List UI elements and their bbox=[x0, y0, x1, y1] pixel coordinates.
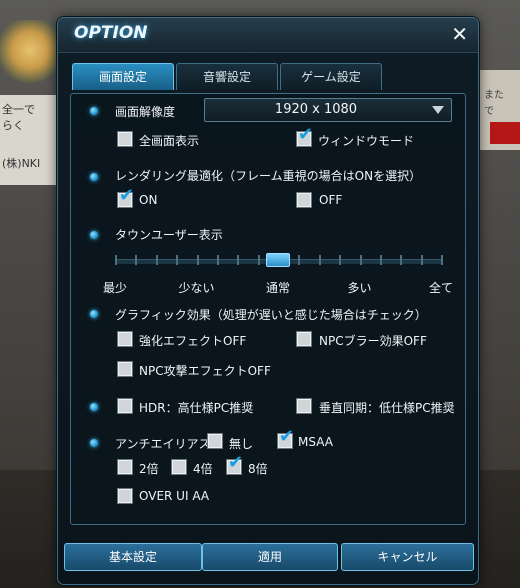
slider-level-label: 多い bbox=[347, 281, 372, 295]
npc-attack-effect-off-label: NPC攻撃エフェクトOFF bbox=[139, 364, 271, 378]
slider-tick bbox=[360, 255, 362, 265]
option-dialog: OPTION ✕ 画面設定 音響設定 ゲーム設定 画面解像度 1920 x 10… bbox=[57, 17, 479, 585]
checkmark-icon: ✔ bbox=[119, 185, 135, 206]
tab-sound-settings[interactable]: 音響設定 bbox=[176, 63, 278, 90]
vsync-checkbox[interactable]: ✔ bbox=[296, 398, 312, 414]
aa-2x-checkbox[interactable]: ✔ bbox=[117, 459, 133, 475]
resolution-select[interactable]: 1920 x 1080 bbox=[204, 98, 452, 122]
slider-tick bbox=[441, 255, 443, 265]
rendering-label: レンダリング最適化（フレーム重視の場合はONを選択） bbox=[115, 169, 422, 183]
bullet-icon bbox=[90, 439, 98, 447]
bullet-icon bbox=[90, 231, 98, 239]
slider-tick bbox=[400, 255, 402, 265]
resolution-label: 画面解像度 bbox=[115, 105, 176, 119]
msaa-label: MSAA bbox=[298, 435, 333, 449]
rendering-on-checkbox[interactable]: ✔ bbox=[117, 187, 134, 208]
aa-4x-checkbox[interactable]: ✔ bbox=[171, 459, 187, 475]
slider-level-label: 通常 bbox=[266, 281, 291, 295]
window-mode-checkbox[interactable]: ✔ bbox=[296, 126, 313, 147]
enhanced-effect-off-checkbox[interactable]: ✔ bbox=[117, 331, 133, 347]
slider-tick bbox=[217, 255, 219, 265]
bullet-icon bbox=[90, 403, 98, 411]
slider-tick bbox=[298, 255, 300, 265]
settings-panel: 画面解像度 1920 x 1080 ✔ 全画面表示 ✔ ウィンドウモード レンダ… bbox=[70, 93, 466, 525]
msaa-checkbox[interactable]: ✔ bbox=[277, 428, 294, 449]
rendering-off-checkbox[interactable]: ✔ bbox=[296, 192, 312, 208]
slider-level-label: 少ない bbox=[178, 281, 215, 295]
npc-attack-effect-off-checkbox[interactable]: ✔ bbox=[117, 361, 133, 377]
npc-blur-off-checkbox[interactable]: ✔ bbox=[296, 331, 312, 347]
slider-tick bbox=[258, 255, 260, 265]
fullscreen-label: 全画面表示 bbox=[139, 134, 200, 148]
checkmark-icon: ✔ bbox=[298, 124, 314, 145]
hdr-label: HDR：高仕様PC推奨 bbox=[139, 401, 254, 415]
right-sign-text: で bbox=[484, 106, 494, 117]
checkmark-icon: ✔ bbox=[279, 426, 295, 447]
background-figure bbox=[0, 20, 58, 90]
dialog-title: OPTION bbox=[74, 23, 148, 43]
tab-display-settings[interactable]: 画面設定 bbox=[72, 63, 174, 90]
graphics-label: グラフィック効果（処理が遅いと感じた場合はチェック） bbox=[115, 308, 427, 322]
title-bar: OPTION ✕ bbox=[58, 18, 478, 53]
window-mode-label: ウィンドウモード bbox=[318, 134, 415, 148]
sign-text: 全一で bbox=[2, 103, 35, 116]
aa-2x-label: 2倍 bbox=[139, 462, 159, 476]
slider-tick bbox=[421, 255, 423, 265]
rendering-on-label: ON bbox=[139, 193, 158, 207]
bullet-icon bbox=[90, 107, 98, 115]
sign-text: らく bbox=[2, 119, 24, 132]
slider-tick bbox=[135, 255, 137, 265]
town-users-label: タウンユーザー表示 bbox=[115, 228, 223, 242]
npc-blur-off-label: NPCブラー効果OFF bbox=[319, 334, 427, 348]
slider-level-label: 全て bbox=[429, 281, 454, 295]
apply-button[interactable]: 適用 bbox=[202, 543, 338, 571]
antialias-label: アンチエイリアス bbox=[115, 437, 211, 451]
slider-tick bbox=[237, 255, 239, 265]
slider-tick bbox=[197, 255, 199, 265]
slider-tick bbox=[339, 255, 341, 265]
background-red-tag bbox=[490, 122, 520, 144]
slider-tick bbox=[380, 255, 382, 265]
slider-level-label: 最少 bbox=[103, 281, 128, 295]
over-ui-aa-checkbox[interactable]: ✔ bbox=[117, 488, 133, 504]
aa-4x-label: 4倍 bbox=[193, 462, 213, 476]
bullet-icon bbox=[90, 173, 98, 181]
tab-game-settings[interactable]: ゲーム設定 bbox=[280, 63, 382, 90]
slider-tick bbox=[176, 255, 178, 265]
sign-text: (株)NKI bbox=[2, 157, 41, 170]
fullscreen-checkbox[interactable]: ✔ bbox=[117, 131, 133, 147]
enhanced-effect-off-label: 強化エフェクトOFF bbox=[139, 334, 247, 348]
antialias-none-checkbox[interactable]: ✔ bbox=[207, 433, 223, 449]
aa-8x-checkbox[interactable]: ✔ bbox=[226, 454, 243, 475]
vsync-label: 垂直同期：低仕様PC推奨 bbox=[319, 401, 455, 415]
aa-8x-label: 8倍 bbox=[248, 462, 268, 476]
slider-tick bbox=[319, 255, 321, 265]
hdr-checkbox[interactable]: ✔ bbox=[117, 398, 133, 414]
bullet-icon bbox=[90, 310, 98, 318]
slider-tick bbox=[156, 255, 158, 265]
cancel-button[interactable]: キャンセル bbox=[341, 543, 474, 571]
right-sign-text: また bbox=[484, 90, 504, 101]
background-sign: 全一で らく (株)NKI bbox=[0, 95, 62, 185]
checkmark-icon: ✔ bbox=[228, 452, 244, 473]
slider-tick bbox=[115, 255, 117, 265]
town-users-slider-thumb[interactable] bbox=[266, 253, 290, 267]
default-settings-button[interactable]: 基本設定 bbox=[64, 543, 202, 571]
close-icon[interactable]: ✕ bbox=[451, 23, 468, 45]
antialias-none-label: 無し bbox=[229, 437, 254, 451]
chevron-down-icon bbox=[432, 106, 444, 114]
resolution-value: 1920 x 1080 bbox=[274, 102, 358, 117]
rendering-off-label: OFF bbox=[319, 193, 343, 207]
over-ui-aa-label: OVER UI AA bbox=[139, 489, 210, 503]
